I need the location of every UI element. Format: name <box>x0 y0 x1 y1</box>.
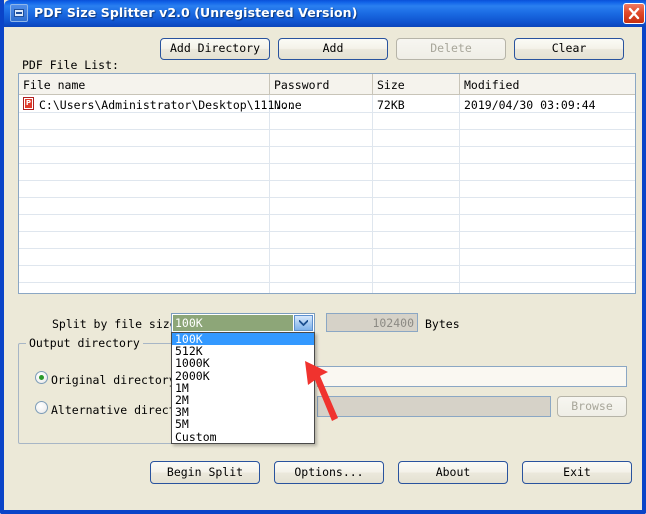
bytes-unit-label: Bytes <box>425 317 460 331</box>
exit-button[interactable]: Exit <box>522 461 632 484</box>
bytes-value-field: 102400 <box>326 313 418 332</box>
dropdown-option[interactable]: 2000K <box>172 369 314 381</box>
close-icon[interactable] <box>623 3 645 24</box>
title-bar: PDF Size Splitter v2.0 (Unregistered Ver… <box>4 0 646 27</box>
dropdown-option[interactable]: 2M <box>172 394 314 406</box>
column-header-size[interactable]: Size <box>377 78 405 92</box>
radio-original-directory[interactable] <box>35 371 48 384</box>
add-button[interactable]: Add <box>278 38 388 60</box>
clear-button[interactable]: Clear <box>514 38 624 60</box>
options-button[interactable]: Options... <box>274 461 384 484</box>
browse-button: Browse <box>557 396 627 417</box>
window-title: PDF Size Splitter v2.0 (Unregistered Ver… <box>34 5 358 20</box>
delete-button: Delete <box>396 38 506 60</box>
column-header-password[interactable]: Password <box>274 78 329 92</box>
radio-original-directory-label[interactable]: Original directory <box>51 373 176 387</box>
table-row[interactable]: P C:\Users\Administrator\Desktop\111... … <box>19 95 635 112</box>
add-directory-button[interactable]: Add Directory <box>160 38 270 60</box>
dropdown-option[interactable]: 5M <box>172 418 314 430</box>
file-list-caption: PDF File List: <box>22 58 119 72</box>
dropdown-option[interactable]: 1000K <box>172 357 314 369</box>
window-menu-icon[interactable] <box>10 4 28 22</box>
file-list-header: File name Password Size Modified <box>19 74 635 95</box>
original-directory-field[interactable] <box>317 366 627 387</box>
split-size-dropdown-list[interactable]: 100K 512K 1000K 2000K 1M 2M 3M 5M Custom <box>171 332 315 444</box>
begin-split-button[interactable]: Begin Split <box>150 461 260 484</box>
radio-alternative-directory[interactable] <box>35 401 48 414</box>
split-size-selected-value: 100K <box>173 315 293 331</box>
column-header-modified[interactable]: Modified <box>464 78 519 92</box>
application-window: PDF Size Splitter v2.0 (Unregistered Ver… <box>0 0 646 514</box>
file-list[interactable]: File name Password Size Modified P C:\Us… <box>18 73 636 294</box>
split-by-file-size-label: Split by file size: <box>52 317 184 331</box>
cell-password: None <box>274 98 302 112</box>
cell-modified: 2019/04/30 03:09:44 <box>464 98 596 112</box>
output-directory-group-title: Output directory <box>26 336 143 350</box>
column-header-file-name[interactable]: File name <box>23 78 85 92</box>
pdf-file-icon: P <box>23 97 34 110</box>
cell-file-name: C:\Users\Administrator\Desktop\111... <box>39 98 296 112</box>
cell-size: 72KB <box>377 98 405 112</box>
chevron-down-icon[interactable] <box>294 315 313 331</box>
split-size-combobox[interactable]: 100K <box>171 313 315 333</box>
alternative-directory-field <box>317 396 551 417</box>
dropdown-option[interactable]: Custom <box>172 430 314 442</box>
about-button[interactable]: About <box>398 461 508 484</box>
dropdown-option[interactable]: 1M <box>172 382 314 394</box>
dropdown-option[interactable]: 3M <box>172 406 314 418</box>
